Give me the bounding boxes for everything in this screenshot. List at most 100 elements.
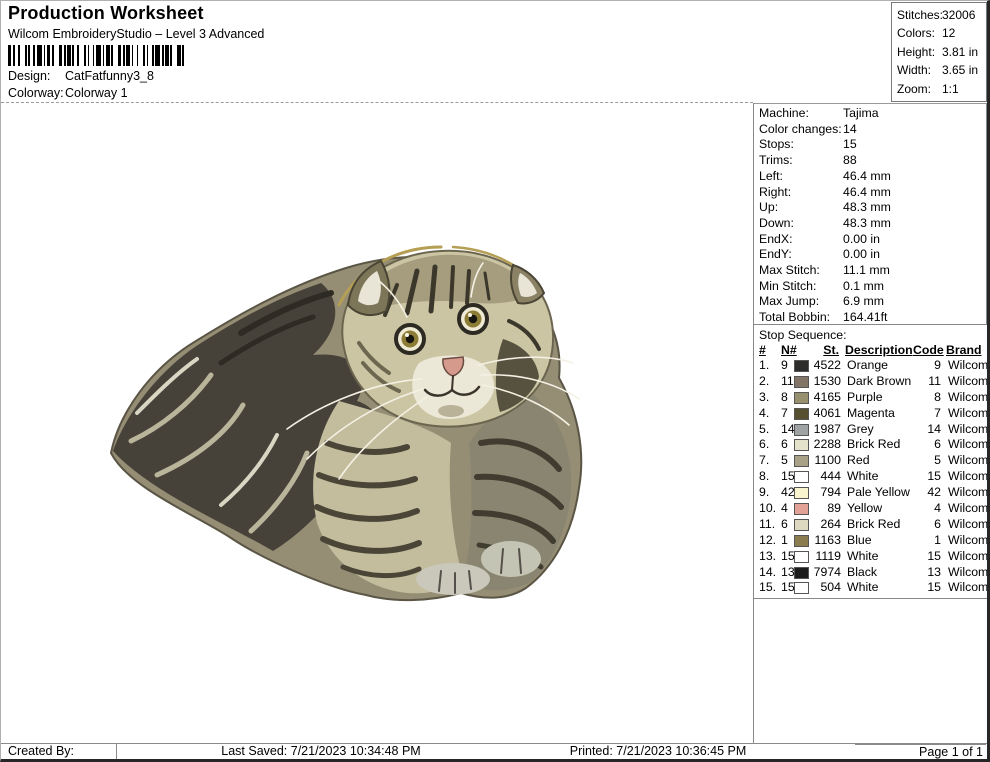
design-stats-box: Stitches:32006Colors:12Height:3.81 inWid… (891, 2, 987, 102)
stop-sequence-row: 10.489Yellow4Wilcom (759, 501, 987, 517)
info-row: Left:46.4 mm (759, 169, 986, 185)
info-label: Down: (759, 216, 843, 232)
cat-embroidery-design (101, 243, 601, 603)
stop-sequence-section: Stop Sequence: # N# St. Description Code… (754, 325, 987, 599)
thread-code: 5 (915, 453, 941, 469)
thread-description: Dark Brown (847, 374, 915, 390)
needle-number: 15 (781, 580, 794, 596)
thread-code: 9 (915, 358, 941, 374)
thread-description: Blue (847, 533, 915, 549)
info-value: 0.00 in (843, 232, 880, 246)
info-value: 164.41ft (843, 310, 887, 324)
thread-brand: Wilcom (948, 437, 990, 453)
column-header-description: Description (845, 343, 913, 358)
needle-number: 15 (781, 469, 794, 485)
needle-number: 9 (781, 358, 794, 374)
column-header-number: # (759, 343, 781, 358)
colorway-label: Colorway: (8, 86, 65, 100)
info-value: 32006 (942, 8, 975, 22)
info-label: Stitches: (897, 6, 942, 24)
info-value: 15 (843, 137, 857, 151)
row-number: 3. (759, 390, 781, 406)
needle-number: 8 (781, 390, 794, 406)
info-row: Height:3.81 in (897, 43, 986, 61)
thread-description: Black (847, 565, 915, 581)
thread-color-swatch (794, 551, 809, 563)
info-row: Colors:12 (897, 24, 986, 42)
info-label: Right: (759, 185, 843, 201)
info-label: Stops: (759, 137, 843, 153)
stitch-count: 1119 (811, 549, 841, 565)
stop-sequence-row: 4.74061Magenta7Wilcom (759, 406, 987, 422)
row-number: 5. (759, 422, 781, 438)
stitch-count: 4522 (811, 358, 841, 374)
machine-info-panel: Machine:TajimaColor changes:14Stops:15Tr… (753, 103, 987, 744)
page-title: Production Worksheet (8, 3, 204, 24)
production-worksheet-page: Production Worksheet Wilcom EmbroiderySt… (0, 0, 990, 762)
thread-description: Brick Red (847, 517, 915, 533)
thread-brand: Wilcom (948, 390, 990, 406)
thread-description: Purple (847, 390, 915, 406)
machine-info-box: Machine:TajimaColor changes:14Stops:15Tr… (754, 103, 987, 325)
stitch-count: 1987 (811, 422, 841, 438)
row-number: 14. (759, 565, 781, 581)
stitch-count: 4165 (811, 390, 841, 406)
needle-number: 5 (781, 453, 794, 469)
printed-text: Printed: 7/21/2023 10:36:45 PM (498, 744, 818, 760)
needle-number: 7 (781, 406, 794, 422)
info-value: 88 (843, 153, 857, 167)
stitch-count: 2288 (811, 437, 841, 453)
info-label: Width: (897, 61, 942, 79)
info-row: Color changes:14 (759, 122, 986, 138)
stop-sequence-row: 3.84165Purple8Wilcom (759, 390, 987, 406)
thread-description: Yellow (847, 501, 915, 517)
thread-code: 6 (915, 517, 941, 533)
design-name-row: Design:CatFatfunny3_8 (8, 69, 154, 83)
info-row: Stitches:32006 (897, 6, 986, 24)
info-label: Color changes: (759, 122, 843, 138)
info-row: Down:48.3 mm (759, 216, 986, 232)
thread-code: 15 (915, 549, 941, 565)
stop-sequence-row: 15.15504White15Wilcom (759, 580, 987, 596)
info-label: Zoom: (897, 80, 942, 98)
thread-brand: Wilcom (948, 422, 990, 438)
info-row: Machine:Tajima (759, 106, 986, 122)
info-value: 48.3 mm (843, 200, 891, 214)
stop-sequence-row: 5.141987Grey14Wilcom (759, 422, 987, 438)
info-value: 3.81 in (942, 45, 978, 59)
column-header-code: Code (913, 343, 939, 358)
info-value: 14 (843, 122, 857, 136)
info-value: Tajima (843, 106, 879, 120)
info-value: 46.4 mm (843, 185, 891, 199)
stitch-count: 4061 (811, 406, 841, 422)
thread-brand: Wilcom (948, 406, 990, 422)
needle-number: 11 (781, 374, 794, 390)
stop-sequence-row: 2.111530Dark Brown11Wilcom (759, 374, 987, 390)
needle-number: 1 (781, 533, 794, 549)
thread-description: White (847, 580, 915, 596)
page-footer: Created By: Last Saved: 7/21/2023 10:34:… (1, 743, 987, 761)
info-label: EndX: (759, 232, 843, 248)
thread-color-swatch (794, 424, 809, 436)
design-preview-area (1, 103, 753, 744)
stop-sequence-row: 9.42794Pale Yellow42Wilcom (759, 485, 987, 501)
row-number: 8. (759, 469, 781, 485)
info-row: Max Jump:6.9 mm (759, 294, 986, 310)
colorway-row: Colorway:Colorway 1 (8, 86, 128, 100)
info-label: Min Stitch: (759, 279, 843, 295)
info-value: 0.00 in (843, 247, 880, 261)
thread-description: Grey (847, 422, 915, 438)
thread-code: 11 (915, 374, 941, 390)
barcode-icon (8, 45, 215, 66)
thread-brand: Wilcom (948, 517, 990, 533)
thread-color-swatch (794, 455, 809, 467)
row-number: 12. (759, 533, 781, 549)
thread-color-swatch (794, 503, 809, 515)
column-header-stitches: St. (809, 343, 839, 358)
stop-sequence-row: 11.6264Brick Red6Wilcom (759, 517, 987, 533)
row-number: 1. (759, 358, 781, 374)
thread-brand: Wilcom (948, 358, 990, 374)
column-header-needle: N# (781, 343, 794, 358)
thread-description: Brick Red (847, 437, 915, 453)
thread-brand: Wilcom (948, 565, 990, 581)
